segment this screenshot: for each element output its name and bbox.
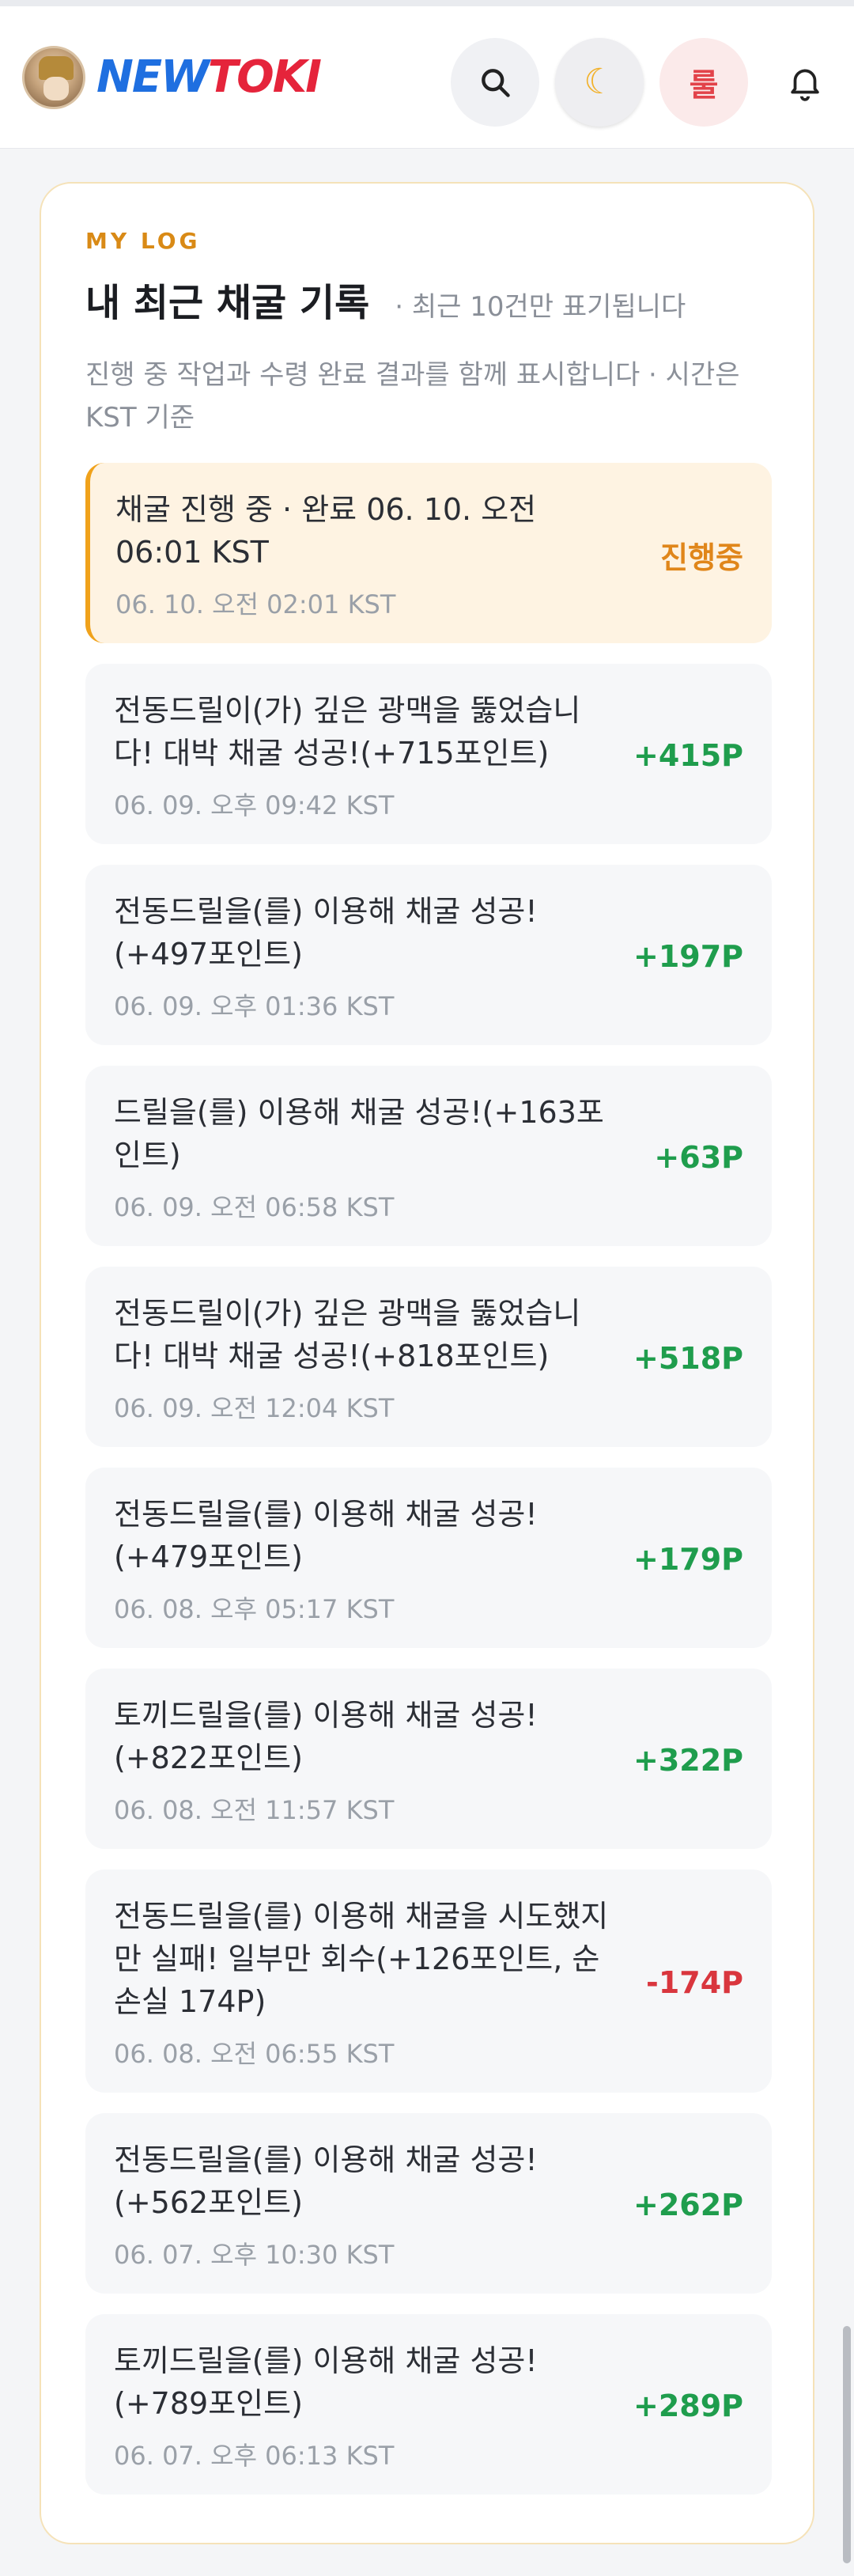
notifications-button[interactable] <box>761 38 849 127</box>
log-item-text: 토끼드릴을(를) 이용해 채굴 성공!(+789포인트) <box>114 2343 538 2421</box>
moon-icon: ☾ <box>584 62 615 102</box>
log-item: 전동드릴을(를) 이용해 채굴을 시도했지만 실패! 일부만 회수(+126포인… <box>85 1869 772 2093</box>
log-item-content: 전동드릴을(를) 이용해 채굴 성공!(+479포인트) 06. 08. 오후 … <box>114 1493 620 1626</box>
home-logo-link[interactable]: NEWTOKI <box>22 45 322 109</box>
my-log-card: MY LOG 내 최근 채굴 기록 · 최근 10건만 표기됩니다 진행 중 작… <box>40 182 814 2544</box>
user-initial: 룰 <box>689 67 719 104</box>
log-item-text: 전동드릴이(가) 깊은 광맥을 뚫었습니다! 대박 채굴 성공!(+818포인트… <box>114 1296 581 1373</box>
log-item-text: 드릴을(를) 이용해 채굴 성공!(+163포인트) <box>114 1095 604 1172</box>
site-header: NEWTOKI ☾ 룰 <box>0 6 854 149</box>
log-item-status: 진행중 <box>660 540 743 575</box>
log-item-amount: +262P <box>633 2188 743 2222</box>
log-item-time: 06. 08. 오전 06:55 KST <box>114 2039 395 2069</box>
log-item-time: 06. 08. 오후 05:17 KST <box>114 1594 395 1624</box>
brand-part-toki: TOKI <box>207 51 322 103</box>
log-item-text: 전동드릴이(가) 깊은 광맥을 뚫었습니다! 대박 채굴 성공!(+715포인트… <box>114 693 581 771</box>
log-item-text: 전동드릴을(를) 이용해 채굴을 시도했지만 실패! 일부만 회수(+126포인… <box>114 1899 609 2019</box>
log-item-amount: +322P <box>633 1743 743 1778</box>
log-item-time: 06. 09. 오후 09:42 KST <box>114 790 395 820</box>
log-item-content: 토끼드릴을(를) 이용해 채굴 성공!(+789포인트) 06. 07. 오후 … <box>114 2339 620 2472</box>
section-eyebrow: MY LOG <box>85 228 201 254</box>
log-item-content: 전동드릴을(를) 이용해 채굴을 시도했지만 실패! 일부만 회수(+126포인… <box>114 1895 620 2070</box>
title-note: · 최근 10건만 표기됩니다 <box>395 291 686 323</box>
log-item: 드릴을(를) 이용해 채굴 성공!(+163포인트) 06. 09. 오전 06… <box>85 1066 772 1246</box>
search-button[interactable] <box>451 38 539 127</box>
log-item-time: 06. 08. 오전 11:57 KST <box>114 1795 395 1825</box>
log-item-amount: +289P <box>633 2388 743 2423</box>
log-item-amount: +63P <box>654 1140 743 1175</box>
log-item: 전동드릴이(가) 깊은 광맥을 뚫었습니다! 대박 채굴 성공!(+818포인트… <box>85 1267 772 1447</box>
top-strip <box>0 0 854 6</box>
log-item-amount: +197P <box>633 939 743 974</box>
log-item-content: 전동드릴이(가) 깊은 광맥을 뚫었습니다! 대박 채굴 성공!(+715포인트… <box>114 689 620 822</box>
log-item-time: 06. 10. 오전 02:01 KST <box>115 589 396 619</box>
log-item: 전동드릴을(를) 이용해 채굴 성공!(+479포인트) 06. 08. 오후 … <box>85 1468 772 1648</box>
bell-icon <box>791 69 819 101</box>
log-item-in-progress: 채굴 진행 중 · 완료 06. 10. 오전 06:01 KST 06. 10… <box>85 463 772 643</box>
log-item-content: 드릴을(를) 이용해 채굴 성공!(+163포인트) 06. 09. 오전 06… <box>114 1091 620 1224</box>
log-item: 토끼드릴을(를) 이용해 채굴 성공!(+789포인트) 06. 07. 오후 … <box>85 2314 772 2495</box>
brand-wordmark: NEWTOKI <box>96 51 322 103</box>
mining-log-list: 채굴 진행 중 · 완료 06. 10. 오전 06:01 KST 06. 10… <box>85 463 772 2495</box>
log-item-time: 06. 09. 오전 06:58 KST <box>114 1192 395 1222</box>
title-row: 내 최근 채굴 기록 · 최근 10건만 표기됩니다 <box>85 271 769 327</box>
log-item-content: 전동드릴이(가) 깊은 광맥을 뚫었습니다! 대박 채굴 성공!(+818포인트… <box>114 1292 620 1425</box>
log-item-text: 전동드릴을(를) 이용해 채굴 성공!(+479포인트) <box>114 1497 538 1574</box>
log-item-content: 전동드릴을(를) 이용해 채굴 성공!(+562포인트) 06. 07. 오후 … <box>114 2138 620 2271</box>
log-item-content: 토끼드릴을(를) 이용해 채굴 성공!(+822포인트) 06. 08. 오전 … <box>114 1694 620 1827</box>
log-item: 전동드릴이(가) 깊은 광맥을 뚫었습니다! 대박 채굴 성공!(+715포인트… <box>85 664 772 844</box>
section-description: 진행 중 작업과 수령 완료 결과를 함께 표시합니다 · 시간은 KST 기준 <box>85 359 740 434</box>
log-item-amount: +518P <box>633 1341 743 1376</box>
search-icon <box>482 69 510 97</box>
log-item: 토끼드릴을(를) 이용해 채굴 성공!(+822포인트) 06. 08. 오전 … <box>85 1669 772 1849</box>
log-item-text: 채굴 진행 중 · 완료 06. 10. 오전 06:01 KST <box>115 492 537 570</box>
theme-toggle-button[interactable]: ☾ <box>555 38 644 127</box>
log-item-amount: -174P <box>646 1965 743 2000</box>
log-item-time: 06. 07. 오후 06:13 KST <box>114 2441 395 2471</box>
log-item-text: 전동드릴을(를) 이용해 채굴 성공!(+562포인트) <box>114 2142 538 2220</box>
log-item-text: 전동드릴을(를) 이용해 채굴 성공!(+497포인트) <box>114 894 538 972</box>
user-menu-button[interactable]: 룰 <box>659 38 748 127</box>
brand-part-new: NEW <box>96 51 210 103</box>
log-item-content: 채굴 진행 중 · 완료 06. 10. 오전 06:01 KST 06. 10… <box>115 488 622 621</box>
avatar-logo-icon <box>22 45 85 109</box>
log-item-amount: +179P <box>633 1542 743 1577</box>
section-title: 내 최근 채굴 기록 <box>85 281 370 325</box>
log-item: 전동드릴을(를) 이용해 채굴 성공!(+497포인트) 06. 09. 오후 … <box>85 865 772 1045</box>
log-item-content: 전동드릴을(를) 이용해 채굴 성공!(+497포인트) 06. 09. 오후 … <box>114 890 620 1023</box>
log-item-time: 06. 07. 오후 10:30 KST <box>114 2240 395 2270</box>
log-item-amount: +415P <box>633 738 743 773</box>
log-item-text: 토끼드릴을(를) 이용해 채굴 성공!(+822포인트) <box>114 1698 538 1775</box>
log-item-time: 06. 09. 오전 12:04 KST <box>114 1393 395 1423</box>
log-item-time: 06. 09. 오후 01:36 KST <box>114 991 395 1021</box>
log-item: 전동드릴을(를) 이용해 채굴 성공!(+562포인트) 06. 07. 오후 … <box>85 2113 772 2294</box>
page-scrollbar-thumb[interactable] <box>843 2326 851 2563</box>
